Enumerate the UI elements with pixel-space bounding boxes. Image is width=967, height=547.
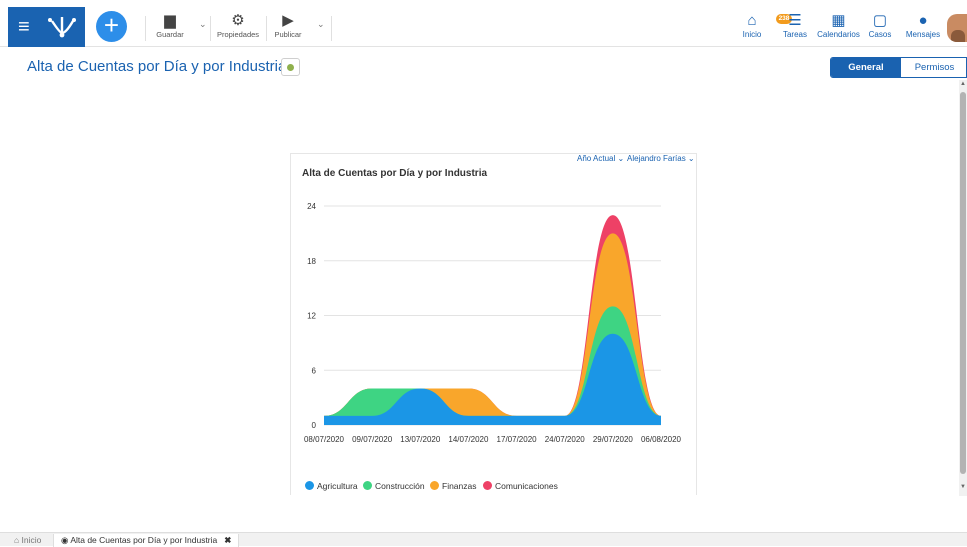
x-tick-label: 13/07/2020 bbox=[400, 435, 441, 444]
home-icon: ⌂ bbox=[747, 12, 757, 29]
toolbar-divider bbox=[210, 16, 211, 41]
hamburger-menu-icon[interactable]: ≡ bbox=[18, 16, 36, 38]
legend-label: Construcción bbox=[375, 481, 425, 491]
period-filter-label: Año Actual bbox=[577, 154, 616, 163]
properties-label: Propiedades bbox=[216, 30, 260, 39]
y-tick-label: 0 bbox=[312, 421, 317, 430]
status-indicator-button[interactable] bbox=[281, 58, 300, 76]
legend-dot-icon bbox=[363, 481, 372, 490]
message-icon: ● bbox=[918, 12, 928, 29]
bottom-tab-current-label: Alta de Cuentas por Día y por Industria bbox=[70, 535, 218, 545]
publish-label: Publicar bbox=[274, 30, 302, 39]
cases-icon: ▢ bbox=[872, 12, 888, 29]
add-button[interactable]: + bbox=[96, 11, 127, 42]
legend-dot-icon bbox=[305, 481, 314, 490]
x-tick-label: 24/07/2020 bbox=[545, 435, 586, 444]
save-button[interactable]: ▆ Guardar bbox=[152, 12, 188, 42]
user-filter-dropdown[interactable]: Alejandro Farías ⌄ bbox=[627, 154, 695, 163]
nav-calendars[interactable]: ▦ Calendarios bbox=[816, 11, 861, 43]
nav-tasks[interactable]: ☰ Tareas bbox=[780, 11, 810, 43]
legend-item-agricultura[interactable]: Agricultura bbox=[305, 481, 358, 491]
nav-messages-label: Mensajes bbox=[905, 30, 941, 39]
stacked-area-chart: 0 6 12 18 24 08/07/2020 09/07/2020 13/07/2020 14… bbox=[304, 202, 682, 444]
save-icon: ▆ bbox=[164, 12, 176, 29]
bottom-tab-home-label: Inicio bbox=[21, 535, 42, 545]
bottom-tab-current[interactable]: ◉ Alta de Cuentas por Día y por Industri… bbox=[53, 534, 239, 547]
tab-permissions[interactable]: Permisos bbox=[901, 58, 966, 77]
save-label: Guardar bbox=[156, 30, 184, 39]
publish-dropdown-chevron-icon[interactable]: ⌄ bbox=[317, 19, 325, 30]
toolbar-divider bbox=[266, 16, 267, 41]
y-tick-label: 6 bbox=[312, 366, 317, 375]
x-tick-label: 06/08/2020 bbox=[641, 435, 682, 444]
view-tabs: General Permisos bbox=[830, 57, 967, 78]
period-filter-dropdown[interactable]: Año Actual ⌄ bbox=[577, 154, 624, 163]
top-toolbar: ≡ + ▆ Guardar ⌄ ⚙ Propiedades ▶ Publicar… bbox=[0, 0, 967, 47]
legend-item-comunicaciones[interactable]: Comunicaciones bbox=[483, 481, 558, 491]
nav-home[interactable]: ⌂ Inicio bbox=[739, 11, 765, 43]
publish-button[interactable]: ▶ Publicar bbox=[271, 12, 305, 42]
legend-item-construcción[interactable]: Construcción bbox=[363, 481, 425, 491]
legend-item-finanzas[interactable]: Finanzas bbox=[430, 481, 477, 491]
app-logo[interactable] bbox=[44, 13, 80, 41]
nav-cases[interactable]: ▢ Casos bbox=[866, 11, 894, 43]
close-tab-icon[interactable]: ✖ bbox=[224, 535, 231, 545]
bottom-tabbar: ⌂ Inicio ◉ Alta de Cuentas por Día y por… bbox=[0, 532, 967, 547]
chart-title: Alta de Cuentas por Día y por Industria bbox=[302, 168, 488, 179]
x-tick-label: 29/07/2020 bbox=[593, 435, 634, 444]
x-tick-label: 14/07/2020 bbox=[448, 435, 489, 444]
user-avatar[interactable] bbox=[947, 14, 967, 42]
legend-label: Comunicaciones bbox=[495, 481, 558, 491]
toolbar-divider bbox=[145, 16, 146, 41]
page-title: Alta de Cuentas por Día y por Industria bbox=[27, 58, 287, 75]
legend-dot-icon bbox=[430, 481, 439, 490]
scroll-up-icon[interactable]: ▲ bbox=[959, 81, 967, 87]
save-dropdown-chevron-icon[interactable]: ⌄ bbox=[199, 19, 207, 30]
nav-messages[interactable]: ● Mensajes bbox=[904, 11, 942, 43]
nav-calendars-label: Calendarios bbox=[817, 30, 860, 39]
properties-button[interactable]: ⚙ Propiedades bbox=[214, 12, 262, 42]
calendar-icon: ▦ bbox=[831, 12, 846, 29]
x-tick-label: 09/07/2020 bbox=[352, 435, 393, 444]
nav-cases-label: Casos bbox=[868, 30, 892, 39]
bottom-tab-home[interactable]: ⌂ Inicio bbox=[14, 534, 41, 547]
y-tick-label: 12 bbox=[307, 312, 316, 321]
legend-label: Agricultura bbox=[317, 481, 358, 491]
gear-icon: ⚙ bbox=[231, 12, 245, 29]
x-tick-label: 17/07/2020 bbox=[497, 435, 538, 444]
x-tick-label: 08/07/2020 bbox=[304, 435, 345, 444]
play-icon: ▶ bbox=[282, 12, 294, 29]
y-tick-label: 24 bbox=[307, 202, 316, 211]
vertical-scrollbar[interactable]: ▲ ▼ bbox=[959, 80, 967, 496]
scroll-down-icon[interactable]: ▼ bbox=[959, 484, 967, 490]
legend-label: Finanzas bbox=[442, 481, 477, 491]
user-filter-label: Alejandro Farías bbox=[627, 154, 686, 163]
nav-tasks-label: Tareas bbox=[782, 30, 807, 39]
status-dot-icon bbox=[287, 64, 294, 71]
tasks-icon: ☰ bbox=[788, 12, 802, 29]
legend-dot-icon bbox=[483, 481, 492, 490]
brand-area: ≡ bbox=[8, 7, 85, 47]
y-tick-label: 18 bbox=[307, 257, 316, 266]
nav-home-label: Inicio bbox=[742, 30, 762, 39]
scroll-thumb[interactable] bbox=[960, 92, 966, 474]
tab-general[interactable]: General bbox=[831, 58, 901, 77]
toolbar-divider bbox=[331, 16, 332, 41]
